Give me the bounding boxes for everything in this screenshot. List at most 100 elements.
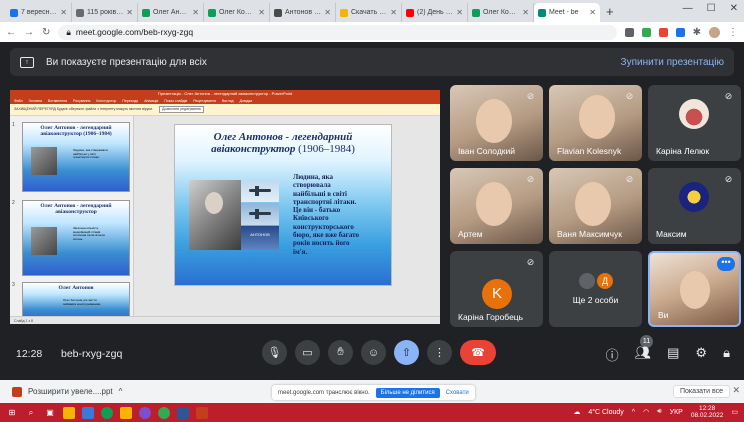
participant-tile[interactable]: Д Ще 2 особи <box>549 251 642 327</box>
close-tab-icon[interactable]: ✕ <box>589 8 596 17</box>
close-download-bar-icon[interactable]: ✕ <box>732 385 740 396</box>
maximize-icon[interactable]: ☐ <box>707 3 716 14</box>
ribbon-tab[interactable]: Рисування <box>73 98 90 104</box>
ribbon-tab[interactable]: Переходи <box>122 98 138 104</box>
close-tab-icon[interactable]: ✕ <box>258 8 265 17</box>
close-window-icon[interactable]: ✕ <box>730 3 738 14</box>
chrome-icon[interactable] <box>158 406 170 419</box>
url-field[interactable]: 🔒︎ meet.google.com/beb-rxyg-zgq <box>58 24 617 40</box>
browser-tab[interactable]: (2) День в іст✕ <box>402 3 468 22</box>
task-view-icon[interactable]: ▣ <box>44 407 56 419</box>
ribbon-tab[interactable]: Вставлення <box>48 98 67 104</box>
app-icon[interactable] <box>120 406 132 419</box>
more-options-icon[interactable]: ••• <box>717 257 735 271</box>
participant-tile[interactable]: K ⊘ Каріна Горобець <box>450 251 543 327</box>
extension-icon[interactable] <box>675 27 685 37</box>
extension-icon[interactable] <box>658 27 668 37</box>
powerpoint-icon[interactable] <box>196 406 208 419</box>
browser-tab[interactable]: Олег Костян ✕ <box>468 3 534 22</box>
participant-tile[interactable]: ⊘ Іван Солодкий <box>450 85 543 161</box>
slide-thumbnail[interactable]: Олег Антонов Олег Антонов усе життя займа… <box>22 282 130 316</box>
browser-tab[interactable]: Meet - be ✕ <box>534 3 600 22</box>
enable-editing-button[interactable]: Дозволити редагування <box>159 106 204 113</box>
close-tab-icon[interactable]: ✕ <box>390 8 397 17</box>
ribbon-tab[interactable]: Головна <box>29 98 42 104</box>
word-icon[interactable] <box>177 406 189 419</box>
browser-tab[interactable]: 7 вересня день✕ <box>6 3 72 22</box>
close-tab-icon[interactable]: ✕ <box>522 8 529 17</box>
info-icon[interactable]: ⓘ <box>606 345 619 364</box>
camera-button[interactable]: ▭ <box>295 340 320 365</box>
close-tab-icon[interactable]: ✕ <box>324 8 331 17</box>
file-explorer-icon[interactable] <box>63 406 75 419</box>
new-tab-button[interactable]: + <box>600 4 620 22</box>
close-tab-icon[interactable]: ✕ <box>126 8 133 17</box>
extension-icon[interactable] <box>641 27 651 37</box>
present-button[interactable]: ⇧ <box>394 340 419 365</box>
window-controls: — ☐ ✕ <box>683 3 738 14</box>
participant-tile[interactable]: ⊘ Каріна Лелюк <box>648 85 741 161</box>
participant-tile[interactable]: ⊘ Flavian Kolesnyk <box>549 85 642 161</box>
thumbnail-title: Олег Антонов - легендарний авіаконструкт… <box>40 203 112 215</box>
people-icon[interactable]: 👥︎ <box>635 345 652 364</box>
language-indicator[interactable]: УКР <box>670 409 683 416</box>
browser-tab[interactable]: Олег Костянт✕ <box>204 3 270 22</box>
clock[interactable]: 12:28 08.02.2022 <box>691 405 724 419</box>
profile-avatar[interactable] <box>709 26 720 38</box>
show-all-downloads-button[interactable]: Показати все <box>673 385 730 398</box>
windows-start-icon[interactable]: ⊞ <box>6 407 18 419</box>
forward-icon[interactable]: → <box>24 27 34 38</box>
more-options-button[interactable]: ⋮ <box>427 340 452 365</box>
slide-thumbnail[interactable]: Олег Антонов - легендарний авіаконструкт… <box>22 122 130 192</box>
slide-thumbnail[interactable]: Олег Антонов - легендарний авіаконструкт… <box>22 200 130 276</box>
participant-tile[interactable]: ⊘ Ваня Максимчук <box>549 168 642 244</box>
ribbon-tab[interactable]: Файл <box>14 98 23 104</box>
microphone-button[interactable]: 🎙︎ <box>262 340 287 365</box>
menu-icon[interactable]: ⋮ <box>728 27 738 38</box>
avatar <box>679 99 709 129</box>
edge-icon[interactable] <box>101 406 113 419</box>
extension-icon[interactable] <box>624 27 634 37</box>
wifi-icon[interactable]: ◠ <box>643 408 649 416</box>
back-icon[interactable]: ← <box>6 27 16 38</box>
search-icon[interactable]: ⌕ <box>25 407 37 419</box>
chevron-up-icon[interactable]: ^ <box>119 387 123 396</box>
viber-icon[interactable] <box>139 406 151 419</box>
puzzle-icon[interactable]: ✱ <box>693 27 701 38</box>
notification-icon[interactable]: ▭ <box>731 408 738 416</box>
participant-tile[interactable]: ••• Ви <box>648 251 741 327</box>
ribbon-tab[interactable]: Вигляд <box>222 98 233 104</box>
browser-tab[interactable]: Скачать през✕ <box>336 3 402 22</box>
reactions-button[interactable]: ☺ <box>361 340 386 365</box>
tab-label: Олег Антонов <box>153 9 189 16</box>
ribbon-tab[interactable]: Анімація <box>144 98 158 104</box>
download-item[interactable]: Розширити увеле....ppt ^ <box>12 386 123 397</box>
close-tab-icon[interactable]: ✕ <box>192 8 199 17</box>
reload-icon[interactable]: ↻ <box>42 27 50 38</box>
airplane-photo <box>241 180 279 202</box>
ribbon-tab[interactable]: Показ слайдів <box>164 98 187 104</box>
stop-presenting-button[interactable]: Зупинити презентацію <box>621 57 724 68</box>
tab-label: Скачать през <box>351 9 387 16</box>
participant-tile[interactable]: ⊘ Максим <box>648 168 741 244</box>
store-icon[interactable] <box>82 406 94 419</box>
leave-call-button[interactable]: ☎︎ <box>460 340 496 365</box>
tray-arrow-icon[interactable]: ^ <box>632 409 635 416</box>
activities-icon[interactable]: ⚙︎ <box>695 345 707 364</box>
hide-notice-button[interactable]: Сховати <box>446 390 469 396</box>
close-tab-icon[interactable]: ✕ <box>456 8 463 17</box>
close-tab-icon[interactable]: ✕ <box>60 8 67 17</box>
ribbon-tab[interactable]: Довідка <box>240 98 253 104</box>
ribbon-tab[interactable]: Рецензування <box>193 98 216 104</box>
browser-tab[interactable]: Антонов Оле✕ <box>270 3 336 22</box>
volume-icon[interactable]: 🔊︎ <box>657 408 661 416</box>
participant-tile[interactable]: ⊘ Артем <box>450 168 543 244</box>
minimize-icon[interactable]: — <box>683 3 693 14</box>
host-controls-icon[interactable]: 🔒︎ <box>723 345 730 364</box>
ribbon-tab[interactable]: Конструктор <box>96 98 116 104</box>
browser-tab[interactable]: 115 років з дн✕ <box>72 3 138 22</box>
browser-tab[interactable]: Олег Антонов✕ <box>138 3 204 22</box>
raise-hand-button[interactable]: ✋︎ <box>328 340 353 365</box>
chat-icon[interactable]: ▤ <box>667 345 679 364</box>
stop-sharing-button[interactable]: Більше не ділитися <box>375 387 440 398</box>
